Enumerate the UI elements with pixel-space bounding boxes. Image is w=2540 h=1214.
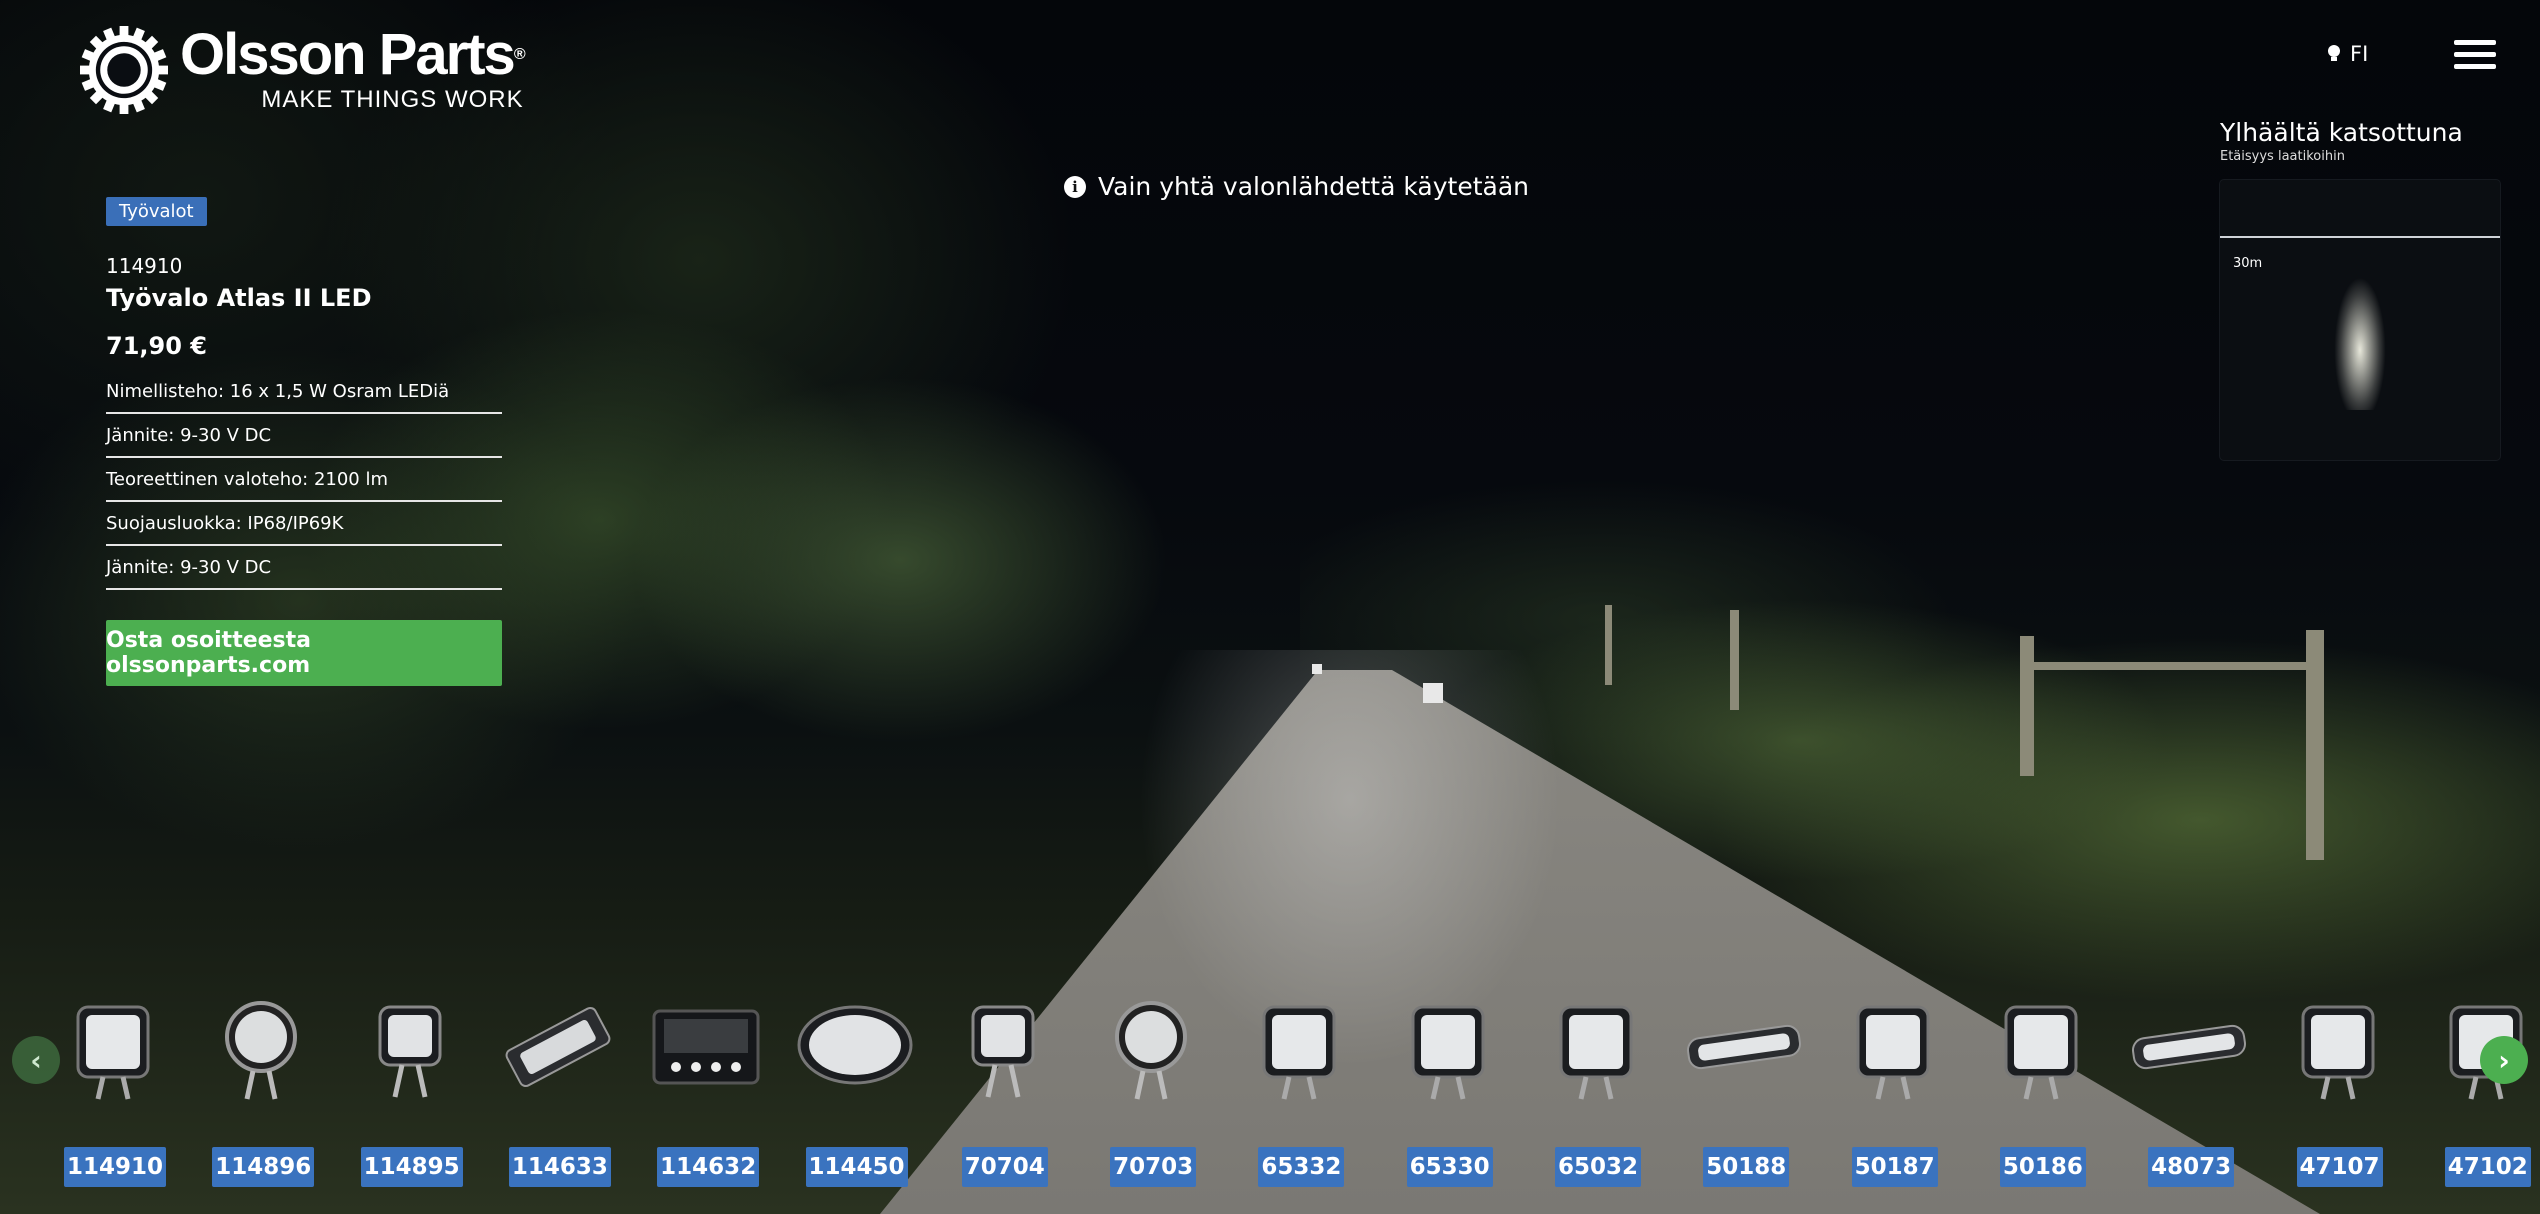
spec-list: Nimellisteho: 16 x 1,5 W Osram LEDiä Jän… [106,370,502,590]
carousel-product-code[interactable]: 47107 [2296,1147,2383,1187]
carousel-lamp-image[interactable] [2278,987,2398,1107]
hamburger-icon[interactable] [2454,40,2496,72]
carousel-lamp-image[interactable] [1091,987,1211,1107]
spec-item: Suojausluokka: IP68/IP69K [106,502,502,546]
carousel-product-code[interactable]: 65330 [1406,1147,1493,1187]
chevron-right-icon[interactable]: › [2480,1036,2528,1084]
carousel-product-code[interactable]: 50186 [1999,1147,2086,1187]
spec-item: Jännite: 9-30 V DC [106,414,502,458]
brand-logo[interactable]: Olsson Parts® MAKE THINGS WORK [80,22,526,114]
carousel-lamp-image[interactable] [795,987,915,1107]
distance-label: 30m [2233,256,2263,271]
buy-button[interactable]: Osta osoitteesta olssonparts.com [106,620,502,686]
carousel-lamp-image[interactable] [498,987,618,1107]
info-icon: i [1064,175,1086,198]
light-source-notice: i Vain yhtä valonlähdettä käytetään [1064,172,1529,201]
carousel-product-code[interactable]: 114896 [212,1147,315,1187]
product-name: Työvalo Atlas II LED [106,284,372,312]
carousel-product-code[interactable]: 114895 [360,1147,463,1187]
top-view-subtitle: Etäisyys laatikoihin [2220,149,2345,164]
carousel-lamp-image[interactable] [1388,987,1508,1107]
fence-post [1730,610,1739,710]
carousel-lamp-image[interactable] [1239,987,1359,1107]
carousel-product-code[interactable]: 50188 [1703,1147,1790,1187]
carousel-product-code[interactable]: 114633 [508,1147,611,1187]
carousel-lamp-image[interactable] [1536,987,1656,1107]
product-panel: Työvalot 114910 Työvalo Atlas II LED 71,… [106,197,502,686]
language-switcher[interactable]: FI [2326,42,2368,66]
distance-marker-box [1423,683,1443,703]
spec-item: Teoreettinen valoteho: 2100 lm [106,458,502,502]
carousel-product-code[interactable]: 70703 [1110,1147,1197,1187]
carousel-product-code[interactable]: 50187 [1851,1147,1938,1187]
beam-pattern [2315,200,2405,410]
product-sku: 114910 [106,254,183,278]
spec-item: Jännite: 9-30 V DC [106,546,502,590]
language-label: FI [2350,42,2369,66]
spec-item: Nimellisteho: 16 x 1,5 W Osram LEDiä [106,370,502,414]
product-carousel: 114910 114896 114895 114633 114632 114450 7070… [0,975,2540,1205]
carousel-product-code[interactable]: 47102 [2444,1147,2531,1187]
carousel-product-code[interactable]: 114910 [64,1147,166,1187]
carousel-lamp-image[interactable] [1833,987,1953,1107]
carousel-lamp-image[interactable] [53,987,173,1107]
fence-rail [2030,662,2310,670]
brand-name: Olsson Parts® [180,22,526,87]
carousel-product-code[interactable]: 114632 [657,1147,760,1187]
chevron-left-icon[interactable]: ‹ [12,1036,60,1084]
carousel-product-code[interactable]: 65032 [1555,1147,1641,1187]
fence-post [1605,605,1612,685]
carousel-lamp-image[interactable] [1981,987,2101,1107]
carousel-lamp-image[interactable] [646,987,766,1107]
bulb-icon [2328,45,2340,61]
gear-logo-icon [80,26,168,114]
carousel-product-code[interactable]: 70704 [961,1147,1048,1187]
carousel-product-code[interactable]: 48073 [2148,1147,2235,1187]
top-view-widget: Ylhäältä katsottuna Etäisyys laatikoihin… [2220,118,2500,460]
carousel-lamp-image[interactable] [943,987,1063,1107]
fence-post [2020,636,2034,776]
carousel-lamp-image[interactable] [350,987,470,1107]
notice-text: Vain yhtä valonlähdettä käytetään [1098,172,1529,201]
top-view-map: 30m [2220,180,2500,460]
carousel-lamp-image[interactable] [1684,987,1804,1107]
carousel-product-code[interactable]: 65332 [1258,1147,1345,1187]
top-view-title: Ylhäältä katsottuna [2220,118,2463,147]
carousel-lamp-image[interactable] [201,987,321,1107]
distance-marker-box [1312,664,1322,674]
carousel-product-code[interactable]: 114450 [805,1147,908,1187]
category-badge[interactable]: Työvalot [106,197,207,226]
carousel-lamp-image[interactable] [2129,987,2249,1107]
brand-tagline: MAKE THINGS WORK [261,86,524,113]
product-price: 71,90 € [106,332,207,360]
